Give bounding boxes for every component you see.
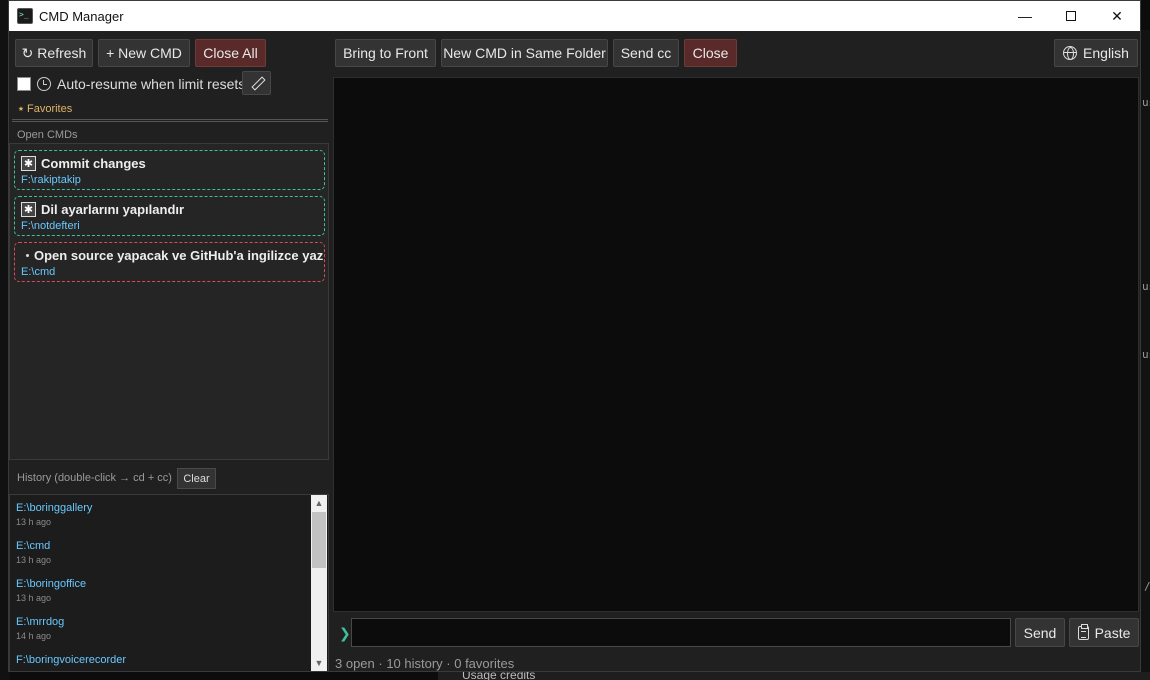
background-text: us [1142,348,1150,361]
cmd-card[interactable]: ✱ Commit changes F:\rakiptakip [14,150,325,190]
history-item[interactable]: E:\mrrdog 14 h ago [16,616,64,641]
pencil-icon [251,77,263,89]
language-label: English [1083,45,1129,61]
refresh-button[interactable]: ↻ Refresh [15,39,93,67]
history-item[interactable]: E:\boringoffice 13 h ago [16,578,86,603]
history-item-path: E:\cmd [16,540,51,552]
background-text: us [1142,280,1150,293]
cmd-card-title: Open source yapacak ve GitHub'a ingilizc… [21,248,323,263]
history-item[interactable]: E:\boringgallery 13 h ago [16,502,92,527]
cmd-card-title-text: Commit changes [41,156,146,171]
send-button[interactable]: Send [1015,618,1065,647]
dot-icon [24,248,30,263]
globe-icon [1063,46,1078,60]
close-button[interactable]: Close [684,39,737,67]
cmd-card-path: F:\notdefteri [21,220,80,232]
history-item-path: E:\boringoffice [16,578,87,590]
maximize-button[interactable] [1048,1,1094,31]
history-scrollbar[interactable]: ▲ ▼ [311,495,327,671]
background-window-right: us us us / [1141,30,1150,680]
history-list[interactable]: E:\boringgallery 13 h ago E:\cmd 13 h ag… [9,494,329,672]
close-all-button[interactable]: Close All [195,39,266,67]
minimize-button[interactable]: — [1002,1,1048,31]
cmd-manager-window: CMD Manager — ✕ ↻ Refresh + New CMD Clos… [8,0,1141,672]
terminal-view[interactable] [333,77,1139,612]
auto-resume-checkbox[interactable] [17,77,31,91]
auto-resume-label: Auto-resume when limit resets [57,76,246,92]
new-cmd-button[interactable]: + New CMD [98,39,190,67]
history-item[interactable]: E:\cmd 13 h ago [16,540,51,565]
history-item-path: F:\boringvoicerecorder [16,654,127,666]
asterisk-icon: ✱ [21,202,36,217]
history-label: History (double-click → cd + cc) [17,472,172,484]
background-text: / [1144,580,1150,593]
history-item-time: 13 h ago [16,593,52,603]
window-title: CMD Manager [39,8,124,24]
scroll-thumb[interactable] [312,512,326,568]
paste-label: Paste [1094,624,1131,641]
alarm-clock-icon [37,77,51,91]
cmd-card-title-text: Open source yapacak ve GitHub'a ingilizc… [34,248,324,263]
cmd-card[interactable]: Open source yapacak ve GitHub'a ingilizc… [14,242,325,282]
bring-to-front-button[interactable]: Bring to Front [335,39,436,67]
cmd-card-title-text: Dil ayarlarını yapılandır [41,202,185,217]
title-bar[interactable]: CMD Manager — ✕ [9,1,1140,31]
history-item-path: E:\boringgallery [16,502,93,514]
cmd-card-title: ✱ Dil ayarlarını yapılandır [21,202,184,217]
history-item[interactable]: F:\boringvoicerecorder [16,654,126,669]
terminal-app-icon [17,8,33,24]
minimize-icon: — [1018,8,1032,24]
asterisk-icon: ✱ [21,156,36,171]
maximize-icon [1066,11,1076,21]
clipboard-icon [1077,623,1089,640]
command-input[interactable] [351,618,1011,647]
history-item-time: 13 h ago [16,517,52,527]
window-close-button[interactable]: ✕ [1094,1,1140,31]
open-cmds-list: ✱ Commit changes F:\rakiptakip ✱ Dil aya… [9,143,329,460]
new-cmd-same-folder-button[interactable]: New CMD in Same Folder [441,39,608,67]
paste-button[interactable]: Paste [1069,618,1139,647]
open-cmds-label: Open CMDs [17,129,78,141]
cmd-card[interactable]: ✱ Dil ayarlarını yapılandır F:\notdefter… [14,196,325,236]
scroll-down-arrow-icon[interactable]: ▼ [311,655,327,671]
history-item-time: 14 h ago [16,631,52,641]
language-button[interactable]: English [1054,39,1138,67]
history-clear-button[interactable]: Clear [177,468,216,489]
auto-resume-row: Auto-resume when limit resets [17,73,245,95]
edit-button[interactable] [242,71,271,95]
cmd-card-title: ✱ Commit changes [21,156,146,171]
prompt-chevron-icon: ❯ [339,625,351,641]
history-item-time: 13 h ago [16,555,52,565]
favorites-label: ⭑ Favorites [18,103,73,115]
cmd-card-path: E:\cmd [21,266,56,278]
favorites-divider [12,119,328,122]
scroll-up-arrow-icon[interactable]: ▲ [311,495,327,511]
send-cc-button[interactable]: Send cc [613,39,679,67]
history-item-path: E:\mrrdog [16,616,65,628]
close-icon: ✕ [1111,7,1123,24]
status-bar: 3 open · 10 history · 0 favorites [335,656,515,671]
background-window-bottom: Usage credits [438,668,1150,680]
cmd-card-path: F:\rakiptakip [21,174,81,186]
background-text: us [1142,96,1150,109]
